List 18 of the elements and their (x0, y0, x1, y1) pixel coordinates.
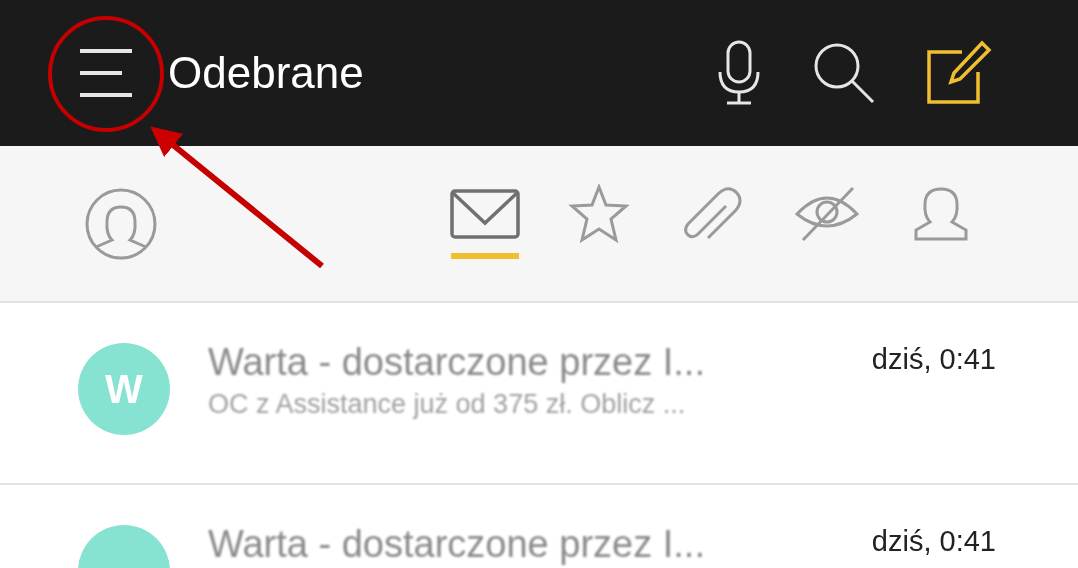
search-icon[interactable] (812, 41, 876, 105)
person-icon (913, 185, 969, 242)
account-icon[interactable] (84, 186, 158, 261)
message-row[interactable]: Warta - dostarczone przez I... dziś, 0:41 (0, 485, 1078, 568)
paperclip-icon (682, 185, 744, 242)
microphone-icon[interactable] (716, 40, 762, 106)
avatar-letter: W (105, 366, 143, 412)
sender-name: Warta - dostarczone przez I... (208, 343, 706, 381)
message-preview: OC z Assistance już od 375 zł. Oblicz ... (208, 389, 687, 420)
star-icon (568, 183, 630, 244)
message-time: dziś, 0:41 (871, 343, 996, 376)
crossed-eye-icon (795, 185, 859, 242)
compose-icon[interactable] (926, 40, 992, 106)
message-time: dziś, 0:41 (871, 525, 996, 558)
folder-title: Odebrane (168, 48, 364, 98)
sender-name: Warta - dostarczone przez I... (208, 525, 706, 563)
envelope-icon (450, 188, 520, 239)
message-row[interactable]: W Warta - dostarczone przez I... OC z Assistance już od 375 zł. Oblicz ... dziś, 0:41 (0, 303, 1078, 485)
